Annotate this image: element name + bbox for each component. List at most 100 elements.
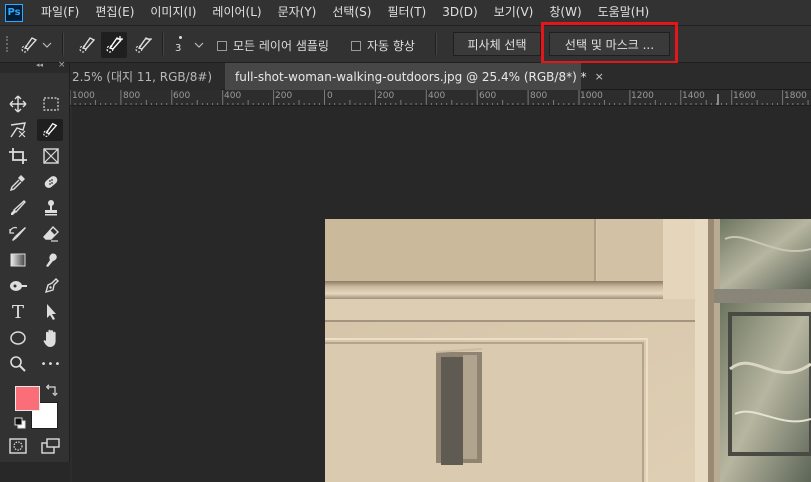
marquee-tool[interactable]	[38, 93, 64, 115]
gradient-tool-icon	[10, 253, 26, 267]
lasso-tool-icon	[10, 122, 26, 138]
blur-tool[interactable]	[38, 249, 64, 271]
hand-tool[interactable]	[38, 327, 64, 349]
pen-tool[interactable]	[38, 275, 64, 297]
frame-tool[interactable]	[38, 145, 64, 167]
eraser-tool[interactable]	[38, 223, 64, 245]
healing-brush-tool[interactable]	[38, 171, 64, 193]
sample-all-layers-checkbox[interactable]	[217, 40, 227, 51]
document-image[interactable]	[325, 219, 811, 482]
brush-size-value: 3	[175, 43, 182, 54]
photoshop-logo-icon: Ps	[5, 3, 23, 22]
options-separator	[62, 33, 64, 55]
quick-selection-tool[interactable]	[37, 119, 63, 141]
ellipse-tool-icon	[10, 331, 26, 345]
options-separator	[162, 33, 164, 55]
menu-type[interactable]: 문자(Y)	[270, 0, 325, 25]
ruler-label: 600	[479, 91, 497, 101]
options-separator	[435, 33, 437, 55]
more-tools[interactable]: •••	[38, 353, 64, 375]
tab-woman-walking-document[interactable]: full-shot-woman-walking-outdoors.jpg @ 2…	[225, 63, 604, 90]
menu-file[interactable]: 파일(F)	[33, 0, 87, 25]
swap-colors-icon[interactable]	[46, 384, 58, 396]
quick-mask-button[interactable]	[5, 435, 31, 457]
brush-tool-icon	[11, 200, 26, 215]
zoom-tool[interactable]	[5, 353, 31, 375]
collapse-panel-icon[interactable]: ◂◂	[36, 61, 43, 69]
tab-artboard-document[interactable]: 2.5% (대지 11, RGB/8#)	[70, 63, 222, 90]
ruler-label: 1000	[580, 91, 603, 101]
pen-tool-icon	[44, 278, 59, 294]
path-selection-tool[interactable]	[38, 301, 64, 323]
ruler-label: 1800	[784, 91, 807, 101]
options-bar: 3 모든 레이어 샘플링 자동 향상 피사체 선택 선택 및 마스크 ...	[0, 25, 811, 63]
new-selection-icon[interactable]	[76, 35, 98, 55]
eyedropper-tool[interactable]	[5, 171, 31, 193]
quick-mask-icon	[9, 438, 27, 454]
ruler-label: 1400	[682, 91, 705, 101]
history-brush-tool[interactable]	[5, 223, 31, 245]
close-panel-icon[interactable]: ×	[58, 60, 66, 70]
blur-tool-icon	[46, 253, 57, 267]
ruler-label: 800	[530, 91, 548, 101]
ellipse-tool[interactable]	[5, 327, 31, 349]
ruler-label: 1000	[72, 91, 95, 101]
default-colors-icon[interactable]	[14, 417, 26, 429]
history-brush-tool-icon	[9, 226, 26, 241]
select-subject-button[interactable]: 피사체 선택	[453, 32, 541, 56]
sample-all-layers-label: 모든 레이어 샘플링	[233, 39, 329, 53]
crop-tool-icon	[9, 148, 27, 164]
crop-tool[interactable]	[5, 145, 31, 167]
horizontal-ruler[interactable]: 1000 800 600 400 200 0 200 400 600 800 1…	[70, 90, 811, 106]
auto-enhance-label: 자동 향상	[367, 39, 415, 53]
options-bar-grip[interactable]	[6, 36, 10, 52]
sample-all-layers-option[interactable]: 모든 레이어 샘플링	[217, 37, 329, 54]
clone-stamp-tool-icon	[45, 200, 57, 216]
brush-size-chevron-down-icon[interactable]	[194, 40, 204, 50]
menu-select[interactable]: 선택(S)	[324, 0, 379, 25]
ruler-label: 600	[173, 91, 191, 101]
ruler-label: 400	[224, 91, 242, 101]
hand-tool-icon	[43, 329, 56, 347]
healing-brush-tool-icon	[44, 176, 58, 188]
ruler-label: 200	[275, 91, 293, 101]
tool-preset-quick-selection-icon[interactable]	[18, 35, 40, 55]
menu-view[interactable]: 보기(V)	[486, 0, 542, 25]
gradient-tool[interactable]	[5, 249, 31, 271]
foreground-color-swatch[interactable]	[15, 386, 40, 411]
ruler-label: 800	[123, 91, 141, 101]
ruler-label: 1200	[631, 91, 654, 101]
more-tools-icon: •••	[40, 358, 62, 370]
building-facade-photo	[325, 219, 811, 482]
brush-size-picker[interactable]: 3	[175, 32, 187, 58]
move-tool[interactable]	[5, 93, 31, 115]
brush-tool[interactable]	[5, 197, 31, 219]
tool-preset-chevron-down-icon[interactable]	[42, 40, 52, 50]
move-tool-icon	[9, 95, 27, 113]
menu-layer[interactable]: 레이어(L)	[204, 0, 269, 25]
frame-tool-icon	[43, 148, 59, 164]
screen-mode-icon	[41, 438, 60, 454]
screen-mode-button[interactable]	[38, 435, 64, 457]
tab-label: full-shot-woman-walking-outdoors.jpg @ 2…	[235, 69, 587, 84]
tab-close-icon[interactable]: ×	[595, 70, 604, 83]
subtract-from-selection-icon[interactable]	[132, 35, 154, 55]
dodge-tool[interactable]	[5, 275, 31, 297]
tab-label: 2.5% (대지 11, RGB/8#)	[72, 70, 213, 84]
type-tool[interactable]: T	[5, 301, 31, 323]
auto-enhance-option[interactable]: 자동 향상	[351, 37, 415, 54]
menu-edit[interactable]: 편집(E)	[87, 0, 142, 25]
tools-panel-header: ◂◂ ×	[0, 60, 69, 73]
ruler-label: 400	[428, 91, 446, 101]
clone-stamp-tool[interactable]	[38, 197, 64, 219]
zoom-tool-icon	[10, 356, 26, 372]
eyedropper-tool-icon	[9, 175, 25, 191]
lasso-tool[interactable]	[5, 119, 31, 141]
highlight-annotation	[541, 22, 678, 64]
menu-image[interactable]: 이미지(I)	[142, 0, 204, 25]
add-to-selection-button[interactable]	[101, 32, 127, 58]
auto-enhance-checkbox[interactable]	[351, 40, 361, 51]
tools-panel: ◂◂ × T •••	[0, 60, 70, 462]
menu-3d[interactable]: 3D(D)	[434, 0, 485, 25]
menu-filter[interactable]: 필터(T)	[379, 0, 434, 25]
